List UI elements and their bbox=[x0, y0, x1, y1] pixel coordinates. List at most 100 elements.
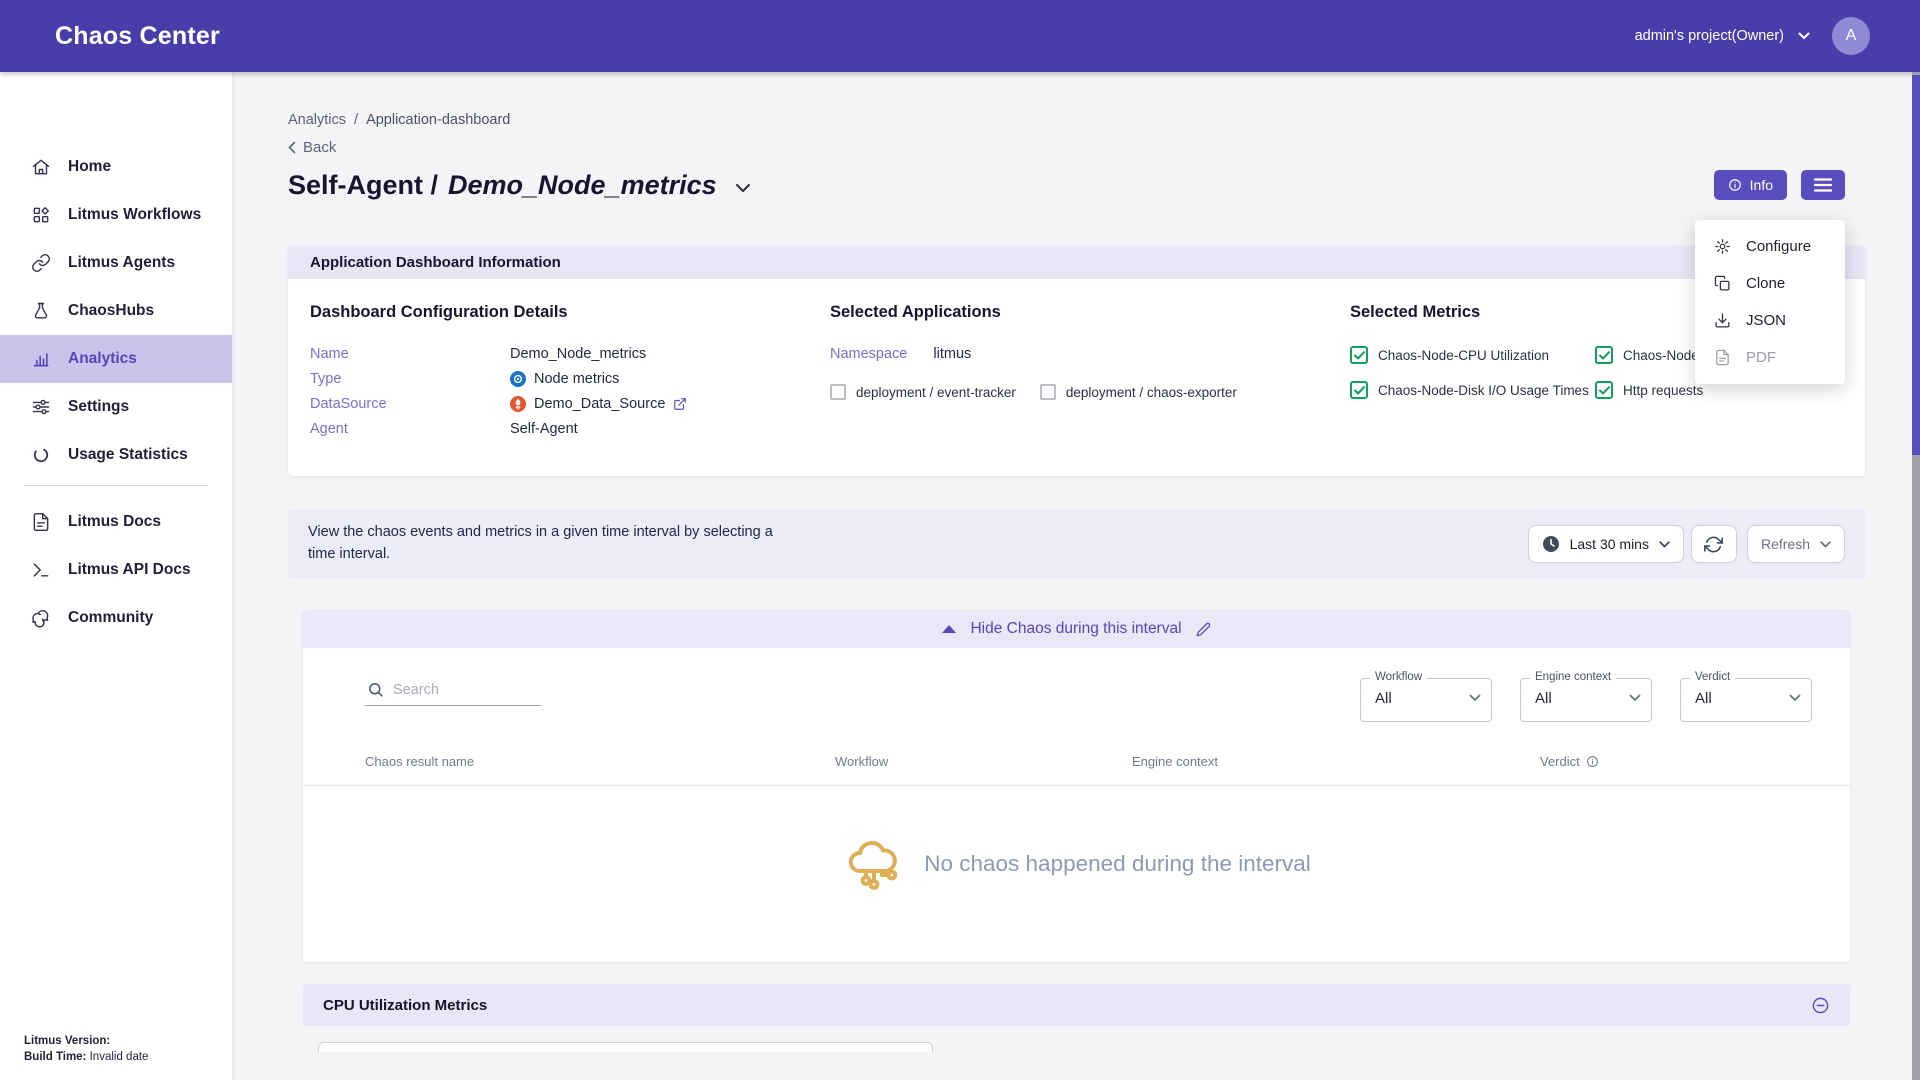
refresh-dropdown-button[interactable]: Refresh bbox=[1747, 525, 1845, 563]
column-header-chaos-result-name: Chaos result name bbox=[365, 754, 835, 769]
sidebar-item-label: Settings bbox=[68, 398, 129, 416]
menu-item-json[interactable]: JSON bbox=[1695, 302, 1845, 339]
engine-context-filter-select[interactable]: Engine context All bbox=[1520, 678, 1652, 722]
info-circle-icon bbox=[1728, 178, 1742, 192]
menu-item-pdf[interactable]: PDF bbox=[1695, 339, 1845, 376]
hamburger-icon bbox=[1814, 178, 1832, 192]
pencil-icon[interactable] bbox=[1196, 622, 1211, 637]
sidebar-divider bbox=[24, 485, 208, 486]
metric-label: Chaos-Node-Disk I/O Usage Times bbox=[1378, 383, 1589, 398]
config-label: Name bbox=[310, 346, 510, 362]
sidebar-secondary-nav: Litmus Docs Litmus API Docs Community bbox=[0, 492, 232, 642]
empty-state-message: No chaos happened during the interval bbox=[924, 851, 1311, 877]
search-input[interactable] bbox=[365, 678, 541, 706]
title-actions: Info Configure Clone bbox=[1714, 170, 1845, 200]
sidebar-item-chaoshubs[interactable]: ChaosHubs bbox=[0, 287, 232, 335]
chevron-down-icon bbox=[1629, 694, 1641, 702]
refresh-icon bbox=[1704, 535, 1723, 554]
sidebar-item-home[interactable]: Home bbox=[0, 143, 232, 191]
sidebar-item-litmus-workflows[interactable]: Litmus Workflows bbox=[0, 191, 232, 239]
namespace-label: Namespace bbox=[830, 346, 907, 362]
application-checkbox-event-tracker[interactable]: deployment / event-tracker bbox=[830, 384, 1016, 400]
sidebar-item-usage-statistics[interactable]: Usage Statistics bbox=[0, 431, 232, 479]
selected-applications-column: Selected Applications Namespace litmus d… bbox=[830, 303, 1350, 446]
sidebar-item-label: Usage Statistics bbox=[68, 446, 188, 464]
config-row-type: Type Node metrics bbox=[310, 371, 830, 387]
triangle-up-icon bbox=[942, 625, 956, 633]
metric-checkbox-cpu-utilization[interactable]: Chaos-Node-CPU Utilization bbox=[1350, 346, 1595, 364]
sidebar-item-label: Litmus Docs bbox=[68, 513, 161, 531]
copy-icon bbox=[1714, 275, 1731, 292]
namespace-row: Namespace litmus bbox=[830, 346, 1350, 362]
dashboard-info-header: Application Dashboard Information bbox=[288, 246, 1865, 279]
chat-bubbles-icon bbox=[31, 608, 51, 628]
file-icon bbox=[1714, 349, 1731, 366]
chevron-down-icon bbox=[1789, 694, 1801, 702]
search-icon bbox=[367, 681, 384, 698]
time-range-button[interactable]: Last 30 mins bbox=[1528, 525, 1684, 563]
collapse-section-button[interactable] bbox=[1811, 996, 1830, 1015]
chevron-down-icon bbox=[1659, 541, 1670, 548]
avatar[interactable]: A bbox=[1832, 17, 1870, 55]
dashboard-info-panel: Application Dashboard Information Dashbo… bbox=[288, 246, 1865, 476]
verdict-filter-select[interactable]: Verdict All bbox=[1680, 678, 1812, 722]
application-label: deployment / event-tracker bbox=[856, 385, 1016, 400]
breadcrumb-analytics[interactable]: Analytics bbox=[288, 112, 346, 128]
metric-label: Http requests bbox=[1623, 383, 1703, 398]
column-header-engine-context: Engine context bbox=[1132, 754, 1540, 769]
back-label: Back bbox=[303, 139, 336, 156]
brand-title: Chaos Center bbox=[55, 22, 220, 51]
top-header: Chaos Center admin's project(Owner) A bbox=[0, 0, 1920, 72]
back-link[interactable]: Back bbox=[288, 139, 358, 156]
external-link-icon[interactable] bbox=[673, 397, 687, 411]
chevron-down-icon bbox=[1469, 694, 1481, 702]
checkbox-checked-icon bbox=[1350, 346, 1368, 364]
sidebar-item-litmus-api-docs[interactable]: Litmus API Docs bbox=[0, 546, 232, 594]
configuration-details-column: Dashboard Configuration Details Name Dem… bbox=[310, 303, 830, 446]
metric-checkbox-disk-io-times[interactable]: Chaos-Node-Disk I/O Usage Times bbox=[1350, 381, 1595, 399]
chaos-toggle-bar[interactable]: Hide Chaos during this interval bbox=[303, 610, 1850, 648]
loader-circle-icon bbox=[31, 445, 51, 465]
menu-item-clone[interactable]: Clone bbox=[1695, 265, 1845, 302]
config-value: Demo_Data_Source bbox=[510, 396, 687, 412]
chevron-down-icon bbox=[1798, 32, 1810, 40]
filter-value: All bbox=[1695, 690, 1712, 707]
config-value: Self-Agent bbox=[510, 421, 578, 437]
title-chevron-down-icon[interactable] bbox=[735, 179, 751, 193]
hamburger-menu-button[interactable] bbox=[1801, 170, 1845, 200]
workflow-filter-select[interactable]: Workflow All bbox=[1360, 678, 1492, 722]
project-selector[interactable]: admin's project(Owner) bbox=[1635, 28, 1810, 44]
refresh-icon-button[interactable] bbox=[1691, 525, 1737, 563]
cpu-metrics-title: CPU Utilization Metrics bbox=[323, 997, 487, 1014]
project-label: admin's project(Owner) bbox=[1635, 28, 1784, 44]
sidebar: Home Litmus Workflows Litmus Agents Chao… bbox=[0, 72, 232, 1080]
gear-icon bbox=[1714, 238, 1731, 255]
filter-label: Workflow bbox=[1370, 671, 1427, 683]
sidebar-item-analytics[interactable]: Analytics bbox=[0, 335, 232, 383]
search-box bbox=[365, 678, 541, 706]
selected-applications-title: Selected Applications bbox=[830, 303, 1350, 322]
config-row-datasource: DataSource Demo_Data_Source bbox=[310, 396, 830, 412]
sidebar-item-litmus-docs[interactable]: Litmus Docs bbox=[0, 498, 232, 546]
info-button[interactable]: Info bbox=[1714, 170, 1787, 200]
applications-checkbox-row: deployment / event-tracker deployment / … bbox=[830, 384, 1350, 400]
empty-state: No chaos happened during the interval bbox=[303, 786, 1850, 962]
scrollbar-track[interactable] bbox=[1912, 72, 1920, 1080]
application-checkbox-chaos-exporter[interactable]: deployment / chaos-exporter bbox=[1040, 384, 1237, 400]
info-circle-icon[interactable] bbox=[1586, 755, 1599, 768]
config-value: Demo_Node_metrics bbox=[510, 346, 646, 362]
dashboard-info-body: Dashboard Configuration Details Name Dem… bbox=[288, 279, 1865, 476]
sidebar-item-community[interactable]: Community bbox=[0, 594, 232, 642]
sidebar-item-label: Litmus API Docs bbox=[68, 561, 191, 579]
filters: Workflow All Engine context All Verdict … bbox=[1360, 678, 1826, 722]
sidebar-item-litmus-agents[interactable]: Litmus Agents bbox=[0, 239, 232, 287]
page-title: Self-Agent / Demo_Node_metrics bbox=[288, 170, 1865, 201]
minus-circle-icon bbox=[1811, 996, 1830, 1015]
menu-item-configure[interactable]: Configure bbox=[1695, 228, 1845, 265]
scrollbar-thumb[interactable] bbox=[1912, 75, 1920, 455]
sidebar-item-settings[interactable]: Settings bbox=[0, 383, 232, 431]
flask-icon bbox=[31, 301, 51, 321]
checkbox-checked-icon bbox=[1350, 381, 1368, 399]
checkbox-checked-icon bbox=[1595, 381, 1613, 399]
litmus-version-label: Litmus Version: bbox=[24, 1035, 110, 1047]
